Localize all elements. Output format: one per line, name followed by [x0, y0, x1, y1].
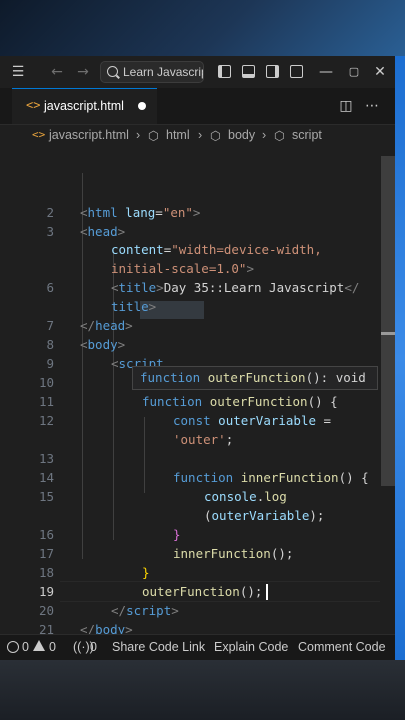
code-line-15a: console.log	[204, 489, 287, 504]
line-number: 14	[38, 470, 54, 485]
breadcrumb-item-file[interactable]: javascript.html	[49, 128, 129, 142]
code-line-19: outerFunction();	[142, 584, 263, 599]
hover-tooltip: function outerFunction(): void	[132, 366, 378, 390]
chevron-right-icon: ›	[198, 128, 203, 142]
ports-count[interactable]: 0	[90, 640, 97, 654]
element-icon: ⬡	[274, 129, 285, 143]
line-number: 3	[46, 224, 54, 239]
forward-arrow-icon[interactable]: →	[74, 62, 92, 82]
toggle-primary-sidebar-icon[interactable]	[218, 65, 231, 78]
scrollbar-slider[interactable]	[381, 156, 395, 486]
desktop-edge	[395, 56, 405, 660]
line-number-current: 19	[38, 584, 54, 599]
text-cursor	[266, 584, 268, 600]
hover-keyword: function	[140, 370, 201, 385]
line-number: 15	[38, 489, 54, 504]
line-number: 11	[38, 394, 54, 409]
html-file-icon: <>	[26, 98, 41, 112]
code-line-6b: title>	[111, 299, 157, 314]
code-line-14: function innerFunction() {	[173, 470, 369, 485]
code-line-2: <html lang="en">	[80, 205, 201, 220]
line-number: 2	[46, 205, 54, 220]
line-number: 9	[46, 356, 54, 371]
command-center-search[interactable]: Learn Javascrip	[100, 61, 204, 83]
unsaved-dot-icon[interactable]	[138, 102, 146, 110]
hover-signature-rest: (): void	[305, 370, 366, 385]
scrollbar-cursor-marker	[381, 332, 395, 335]
comment-code-button[interactable]: Comment Code	[298, 640, 386, 654]
line-number: 18	[38, 565, 54, 580]
line-number: 12	[38, 413, 54, 428]
minimize-icon[interactable]: —	[318, 62, 334, 82]
split-editor-icon[interactable]: ◫	[338, 96, 354, 116]
line-number: 10	[38, 375, 54, 390]
customize-layout-icon[interactable]	[290, 65, 303, 78]
more-actions-icon[interactable]: ⋯	[364, 96, 380, 116]
code-line-6a: <title>Day 35::Learn Javascript</	[111, 280, 360, 295]
search-icon	[107, 66, 118, 77]
toggle-secondary-sidebar-icon[interactable]	[266, 65, 279, 78]
element-icon: ⬡	[210, 129, 221, 143]
search-text: Learn Javascrip	[123, 65, 204, 79]
status-bar: 0 0 ((·)) 0 Share Code Link Explain Code…	[0, 634, 395, 660]
warning-count[interactable]: 0	[49, 640, 56, 654]
breadcrumb-item-script[interactable]: script	[292, 128, 322, 142]
error-icon[interactable]	[7, 641, 19, 653]
code-line-15b: (outerVariable);	[204, 508, 325, 523]
line-number: 13	[38, 451, 54, 466]
code-line-16: }	[173, 527, 181, 542]
chevron-right-icon: ›	[262, 128, 267, 142]
tab-javascript-html[interactable]: <> javascript.html	[12, 88, 157, 124]
code-line-5b: initial-scale=1.0">	[111, 261, 254, 276]
code-line-17: innerFunction();	[173, 546, 294, 561]
line-number: 8	[46, 337, 54, 352]
desktop-background-bottom	[0, 660, 405, 720]
tab-label: javascript.html	[44, 99, 124, 113]
line-number: 7	[46, 318, 54, 333]
back-arrow-icon[interactable]: ←	[48, 62, 66, 82]
chevron-right-icon: ›	[136, 128, 141, 142]
line-number: 16	[38, 527, 54, 542]
code-line-12a: const outerVariable =	[173, 413, 332, 428]
explain-code-button[interactable]: Explain Code	[214, 640, 288, 654]
code-line-3: <head>	[80, 224, 126, 239]
code-line-18: }	[142, 565, 150, 580]
line-number: 6	[46, 280, 54, 295]
line-number: 20	[38, 603, 54, 618]
warning-icon[interactable]	[33, 640, 45, 651]
vscode-window: ☰ ← → Learn Javascrip — ▢ ✕ <> javascrip…	[0, 56, 395, 660]
maximize-icon[interactable]: ▢	[346, 62, 362, 82]
element-icon: ⬡	[148, 129, 159, 143]
line-number: 17	[38, 546, 54, 561]
indent-guide	[144, 417, 145, 493]
error-count[interactable]: 0	[22, 640, 29, 654]
breadcrumb-item-html[interactable]: html	[166, 128, 190, 142]
title-bar: ☰ ← → Learn Javascrip — ▢ ✕	[0, 56, 395, 88]
code-editor[interactable]: 2 3 6 7 8 9 10 11 12 13 14 15 16 17 18 1…	[0, 147, 380, 656]
code-line-20: </script>	[111, 603, 179, 618]
tab-bar: <> javascript.html ◫ ⋯	[0, 88, 395, 125]
close-icon[interactable]: ✕	[372, 62, 388, 82]
code-line-7: </head>	[80, 318, 133, 333]
menu-icon[interactable]: ☰	[8, 62, 28, 82]
code-line-8: <body>	[80, 337, 126, 352]
share-code-link-button[interactable]: Share Code Link	[112, 640, 205, 654]
code-line-12b: 'outer';	[173, 432, 234, 447]
toggle-panel-icon[interactable]	[242, 65, 255, 78]
breadcrumb-item-body[interactable]: body	[228, 128, 255, 142]
desktop-background-top	[0, 0, 405, 56]
code-line-5a: content="width=device-width,	[111, 242, 322, 257]
hover-function-name: outerFunction	[207, 370, 306, 385]
breadcrumb: <> javascript.html › ⬡ html › ⬡ body › ⬡…	[0, 125, 395, 147]
html-file-icon: <>	[32, 128, 46, 141]
